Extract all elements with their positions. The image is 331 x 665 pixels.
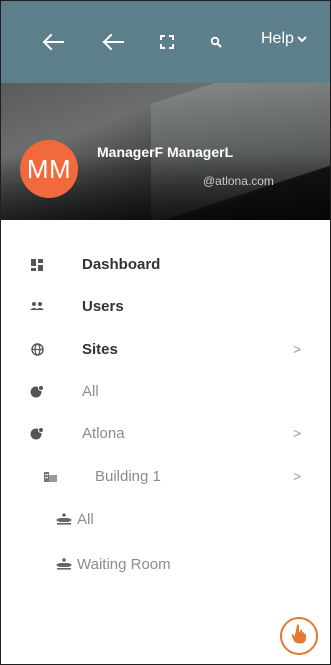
globe-icon xyxy=(28,340,46,358)
globe-marker-icon xyxy=(28,382,46,400)
menu-item-label: Waiting Room xyxy=(77,555,171,573)
touch-button[interactable] xyxy=(280,617,318,655)
users-icon xyxy=(28,297,46,315)
menu-item-label: Users xyxy=(82,297,124,315)
menu-item-atlona[interactable]: Atlona > xyxy=(1,411,330,455)
user-name: ManagerF ManagerL xyxy=(97,144,234,160)
building-icon xyxy=(41,467,59,485)
menu-item-building-1[interactable]: Building 1 > xyxy=(1,455,330,497)
user-email: @atlona.com xyxy=(203,174,274,188)
menu-item-waiting-room[interactable]: Waiting Room xyxy=(1,541,330,587)
back-arrow-icon[interactable] xyxy=(39,27,67,57)
avatar[interactable]: MM xyxy=(20,140,78,198)
hand-pointer-icon xyxy=(291,624,307,649)
chevron-right-icon: > xyxy=(293,468,302,484)
menu-item-label: Dashboard xyxy=(82,256,161,273)
fullscreen-icon[interactable] xyxy=(156,27,178,57)
menu-item-all-rooms[interactable]: All xyxy=(1,497,330,541)
help-menu[interactable]: Help xyxy=(261,30,307,48)
menu-item-label: Sites xyxy=(82,340,118,358)
globe-marker-icon xyxy=(28,424,46,442)
meeting-room-icon xyxy=(55,510,73,528)
menu-item-dashboard[interactable]: Dashboard xyxy=(1,244,330,285)
top-bar: Help xyxy=(1,1,330,83)
menu-item-all-sites[interactable]: All xyxy=(1,371,330,411)
meeting-room-icon xyxy=(55,555,73,573)
search-icon[interactable] xyxy=(207,27,225,57)
chevron-right-icon: > xyxy=(293,341,302,357)
arrow-left-icon[interactable] xyxy=(99,27,127,57)
menu-item-label: All xyxy=(77,510,94,528)
menu-item-users[interactable]: Users xyxy=(1,285,330,327)
menu-item-label: Atlona xyxy=(82,424,125,442)
chevron-right-icon: > xyxy=(293,425,302,441)
menu-item-sites[interactable]: Sites > xyxy=(1,327,330,371)
navigation-menu: Dashboard Users Sites > All Atlona > Bui… xyxy=(1,220,330,587)
dashboard-icon xyxy=(28,256,46,274)
app-frame: Help MM ManagerF ManagerL @atlona.com Da… xyxy=(0,0,331,665)
menu-item-label: All xyxy=(82,382,99,400)
chevron-down-icon xyxy=(297,35,307,42)
profile-header: MM ManagerF ManagerL @atlona.com xyxy=(1,83,330,220)
menu-item-label: Building 1 xyxy=(95,467,161,485)
help-label[interactable]: Help xyxy=(261,30,294,48)
